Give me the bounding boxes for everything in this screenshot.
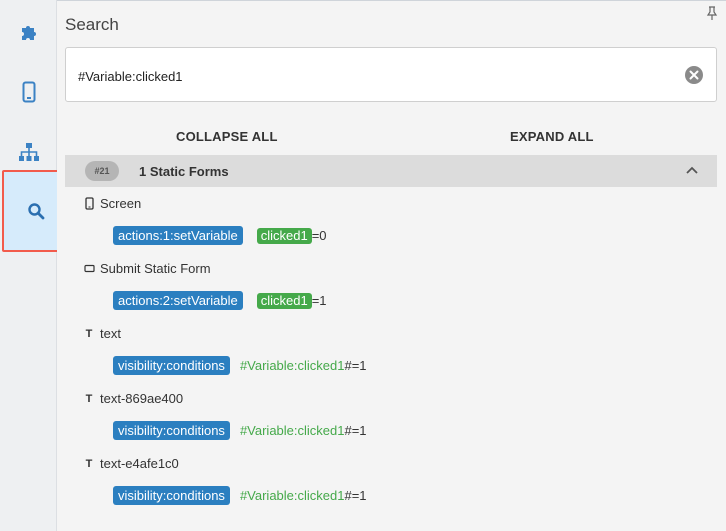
match-value: #=1 xyxy=(344,358,367,373)
collapse-all-button[interactable]: COLLAPSE ALL xyxy=(176,129,278,144)
text-icon: T xyxy=(85,392,93,405)
match-variable-highlight: #Variable:clicked1 xyxy=(239,423,345,438)
sidebar-item-components[interactable] xyxy=(0,6,57,58)
result-item: T text-e4afe1c0 xyxy=(82,456,179,471)
result-item-name: text-869ae400 xyxy=(100,391,184,406)
mobile-icon xyxy=(22,81,35,103)
match-reference-link[interactable]: visibility:conditions xyxy=(113,356,230,375)
match-variable-highlight: clicked1 xyxy=(256,292,312,309)
rectangle-icon xyxy=(82,264,96,273)
group-title: 1 Static Forms xyxy=(139,164,229,179)
search-icon xyxy=(27,203,44,220)
clear-icon[interactable] xyxy=(684,65,704,85)
sidebar-item-screens[interactable] xyxy=(0,66,57,118)
sitemap-icon xyxy=(18,143,39,161)
result-item: T text-869ae400 xyxy=(82,391,184,406)
result-match-row: visibility:conditions #Variable:clicked1… xyxy=(113,356,367,375)
match-variable-highlight: #Variable:clicked1 xyxy=(239,358,345,373)
result-item: Submit Static Form xyxy=(82,261,211,276)
search-box xyxy=(65,47,717,102)
text-icon: T xyxy=(85,457,93,470)
search-panel: Search COLLAPSE ALL EXPAND ALL #21 1 Sta… xyxy=(57,0,726,531)
match-reference-link[interactable]: visibility:conditions xyxy=(113,486,230,505)
chevron-up-icon[interactable] xyxy=(685,165,699,175)
result-group-header[interactable]: #21 1 Static Forms xyxy=(65,155,717,187)
result-item: Screen xyxy=(82,196,141,211)
match-value: =1 xyxy=(311,293,327,308)
result-match-row: visibility:conditions #Variable:clicked1… xyxy=(113,486,367,505)
search-input[interactable] xyxy=(78,66,668,86)
puzzle-icon xyxy=(21,26,36,40)
pin-icon[interactable] xyxy=(706,6,718,20)
result-match-row: actions:1:setVariable clicked1 =0 xyxy=(113,226,327,245)
match-variable-highlight: #Variable:clicked1 xyxy=(239,488,345,503)
expand-all-button[interactable]: EXPAND ALL xyxy=(510,129,594,144)
left-sidebar xyxy=(0,0,69,531)
match-variable-highlight: clicked1 xyxy=(256,227,312,244)
match-value: #=1 xyxy=(344,423,367,438)
text-icon: T xyxy=(85,327,93,340)
result-item-name: text-e4afe1c0 xyxy=(100,456,179,471)
match-reference-link[interactable]: visibility:conditions xyxy=(113,421,230,440)
panel-title: Search xyxy=(65,15,119,34)
result-item: T text xyxy=(82,326,121,341)
mobile-icon xyxy=(82,197,96,210)
result-match-row: visibility:conditions #Variable:clicked1… xyxy=(113,421,367,440)
result-item-name: Submit Static Form xyxy=(100,261,211,276)
result-match-row: actions:2:setVariable clicked1 =1 xyxy=(113,291,327,310)
match-value: =0 xyxy=(311,228,327,243)
group-count-badge: #21 xyxy=(85,161,119,181)
result-item-name: text xyxy=(100,326,121,341)
match-value: #=1 xyxy=(344,488,367,503)
match-reference-link[interactable]: actions:2:setVariable xyxy=(113,291,243,310)
match-reference-link[interactable]: actions:1:setVariable xyxy=(113,226,243,245)
result-item-name: Screen xyxy=(100,196,142,211)
